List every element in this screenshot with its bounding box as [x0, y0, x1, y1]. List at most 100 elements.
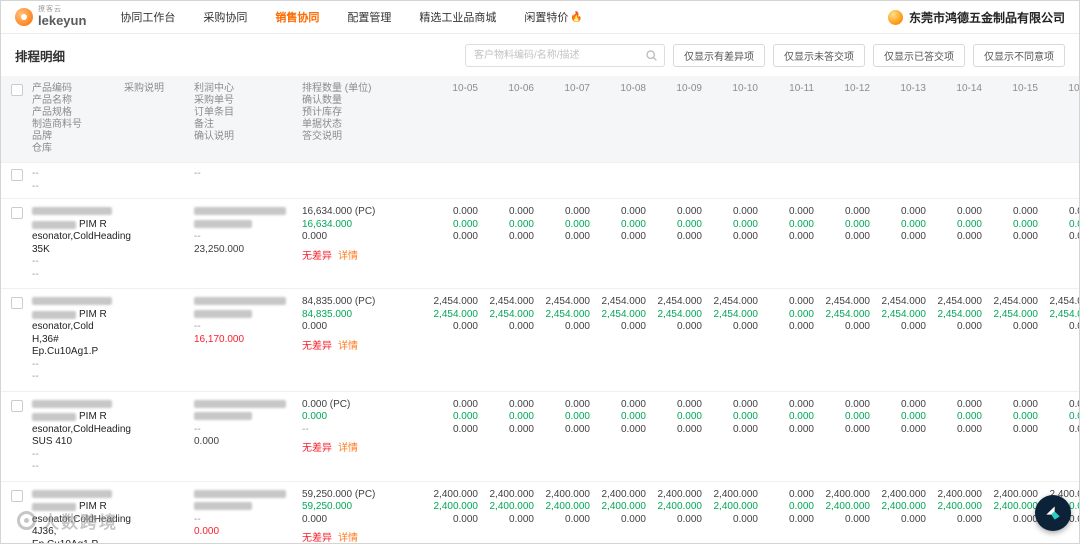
row-checkbox[interactable]: [11, 399, 23, 412]
date-shipped-qty: 0.000: [1012, 321, 1038, 332]
product-name-line: esonator,ColdHeading: [32, 513, 131, 525]
header-line: 确认说明: [194, 131, 234, 142]
header-line: 仓库: [32, 143, 52, 154]
purchase-note-cell: [119, 296, 189, 384]
header-line: 订单条目: [194, 107, 234, 118]
date-confirm-qty: 2,454.000: [545, 308, 591, 320]
select-all-checkbox[interactable]: [11, 84, 23, 96]
date-schedule-qty: 0.000: [620, 206, 646, 217]
date-cell-10-14: 0.000 0.000 0.000: [931, 399, 987, 474]
filter-button-1[interactable]: 仅显示有差异项: [673, 44, 765, 67]
qty-cell: 84,835.000 (PC) 84,835.000 0.000 无差异 详情: [297, 296, 427, 384]
date-confirm-qty: 2,454.000: [489, 308, 535, 320]
date-shipped-qty: 0.000: [844, 423, 870, 435]
detail-link[interactable]: 详情: [338, 533, 358, 543]
detail-link[interactable]: 详情: [338, 443, 358, 456]
date-schedule-qty: 2,400.000: [545, 488, 591, 500]
date-confirm-qty: 0.000: [1068, 218, 1079, 230]
header-line: 产品编码: [32, 83, 72, 94]
stock-qty: --: [302, 423, 309, 435]
nav-item-4[interactable]: 配置管理: [347, 9, 391, 25]
date-schedule-qty: 2,454.000: [881, 296, 927, 307]
date-confirm-qty: 0.000: [956, 218, 982, 230]
product-name-line: SUS 410: [32, 436, 73, 447]
date-shipped-qty: 0.000: [956, 231, 982, 242]
date-cell-10-16: 2,454.0002,454.0000.000: [1043, 296, 1080, 384]
redacted-profit-center: [194, 219, 252, 228]
date-shipped-qty: 0.000: [676, 321, 702, 332]
date-schedule-qty: 2,400.000: [937, 488, 983, 500]
date-schedule-qty: 0.000: [1012, 206, 1038, 217]
date-shipped-qty: 0.000: [564, 513, 590, 525]
date-confirm-qty: 2,454.000: [601, 308, 647, 320]
filter-button-2[interactable]: 仅显示未答交项: [773, 44, 865, 67]
redacted-product-code: [32, 297, 112, 306]
nav-item-3[interactable]: 销售协同: [275, 9, 319, 25]
search-input[interactable]: [465, 44, 665, 67]
date-confirm-qty: 0.000: [564, 411, 590, 422]
customer-service-button[interactable]: [1035, 495, 1071, 531]
header-date-10-07: 10-07: [564, 83, 590, 94]
profit-center-cell: -- 0.000: [189, 399, 297, 474]
date-confirm-qty: 0.000: [900, 218, 926, 230]
redacted-profit-center: [194, 412, 252, 421]
date-shipped-qty: 0.000: [620, 423, 646, 435]
date-cell-10-08: 2,454.000 2,454.000 0.000: [595, 296, 651, 384]
header-date-10-08: 10-08: [620, 83, 646, 94]
schedule-qty: 84,835.000 (PC): [302, 296, 376, 307]
date-schedule-qty: 0.000: [900, 398, 926, 410]
search-icon[interactable]: [645, 49, 658, 62]
date-shipped-qty: 0.000: [452, 231, 478, 242]
filter-button-4[interactable]: 仅显示不同意项: [973, 44, 1065, 67]
date-confirm-qty: 0.000: [620, 411, 646, 422]
nav-item-1[interactable]: 协同工作台: [120, 9, 175, 25]
table-row: PIM Resonator,ColdHeading 35K -- -- -- 23,250…: [1, 198, 1079, 288]
date-confirm-qty: 0.000: [788, 501, 814, 512]
date-schedule-qty: 0.000: [788, 398, 814, 410]
diff-status: 无差异: [302, 443, 332, 454]
date-shipped-qty: 0.000: [900, 321, 926, 332]
nav-item-2[interactable]: 采购协同: [203, 9, 247, 25]
detail-link[interactable]: 详情: [338, 341, 358, 354]
date-confirm-qty: 0.000: [956, 411, 982, 422]
date-cell-10-13: 0.000 0.000 0.000: [875, 206, 931, 281]
date-confirm-qty: 0.000: [620, 218, 646, 230]
date-cell-10-16: 0.0000.0000.000: [1043, 206, 1079, 281]
row-checkbox[interactable]: [11, 169, 23, 181]
date-cell-10-12: 2,454.000 2,454.000 0.000: [819, 296, 875, 384]
date-schedule-qty: 0.000: [676, 398, 702, 410]
date-shipped-qty: 0.000: [956, 423, 982, 435]
date-schedule-qty: 2,400.000: [489, 488, 535, 500]
row-checkbox[interactable]: [11, 489, 23, 502]
nav-item-6[interactable]: 闲置特价 🔥: [524, 9, 582, 25]
app-logo[interactable]: 撩客云 lekeyun: [15, 6, 86, 28]
header-line: 确认数量: [302, 95, 342, 106]
filter-button-3[interactable]: 仅显示已答交项: [873, 44, 965, 67]
redacted-product-code: [32, 310, 76, 319]
date-shipped-qty: 0.000: [452, 423, 478, 435]
date-shipped-qty: 0.000: [788, 321, 814, 332]
redacted-product-code: [32, 503, 76, 512]
date-cell-10-11: 0.000 0.000 0.000: [763, 296, 819, 384]
stock-qty: 0.000: [302, 321, 328, 332]
date-confirm-qty: 2,454.000: [993, 308, 1039, 320]
date-schedule-qty: 2,400.000: [601, 488, 647, 500]
topbar: 撩客云 lekeyun 协同工作台 采购协同 销售协同 配置管理 精选工业品商城 闲置特价…: [1, 1, 1079, 33]
diff-status: 无差异: [302, 340, 332, 352]
header-purchase-note-column: 采购说明: [119, 83, 189, 155]
nav-item-5[interactable]: 精选工业品商城: [419, 9, 496, 25]
date-cell-10-07: 0.000 0.000 0.000: [539, 399, 595, 474]
row-checkbox[interactable]: [11, 297, 23, 309]
date-confirm-qty: 0.000: [900, 411, 926, 422]
date-cell-10-06: 2,400.000 2,400.000 0.000: [483, 489, 539, 544]
date-shipped-qty: 0.000: [1068, 231, 1079, 242]
date-schedule-qty: 0.000: [620, 398, 646, 410]
row-checkbox[interactable]: [11, 207, 23, 219]
stock-qty: 0.000: [302, 231, 328, 242]
date-shipped-qty: 0.000: [676, 513, 702, 525]
date-cell-10-14: 2,454.000 2,454.000 0.000: [931, 296, 987, 384]
date-schedule-qty: 2,400.000: [713, 488, 759, 500]
detail-link[interactable]: 详情: [338, 251, 358, 264]
header-line: 产品名称: [32, 95, 72, 106]
date-schedule-qty: 2,400.000: [657, 488, 703, 500]
